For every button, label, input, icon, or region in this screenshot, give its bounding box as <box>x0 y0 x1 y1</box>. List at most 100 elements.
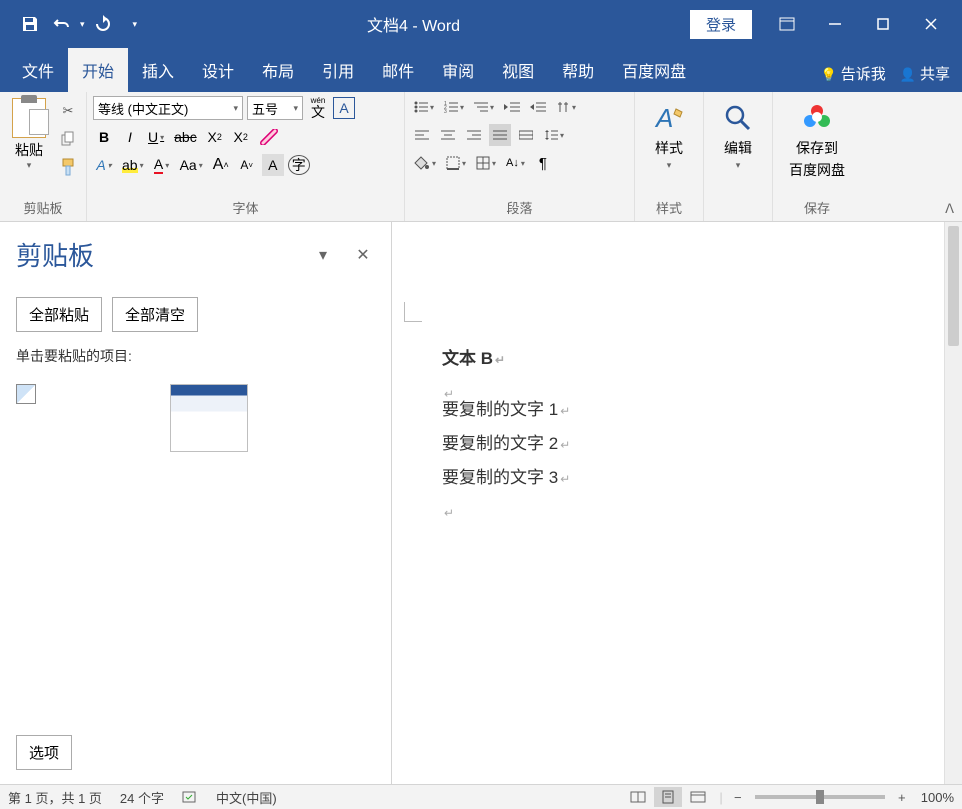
superscript-button[interactable]: X2 <box>230 126 252 148</box>
zoom-in-button[interactable]: + <box>893 790 911 805</box>
subscript-button[interactable]: X2 <box>204 126 226 148</box>
phonetic-guide-icon[interactable]: wén文 <box>307 97 329 119</box>
undo-dropdown-icon[interactable]: ▾ <box>80 19 85 30</box>
align-left-icon[interactable] <box>411 124 433 146</box>
doc-line-3[interactable]: 要复制的文字 3 <box>442 461 942 495</box>
ribbon: 粘贴 ▾ ✂ 剪贴板 等线 (中文正文)▾ 五号▾ wén文 A B I U <box>0 92 962 222</box>
tab-insert[interactable]: 插入 <box>128 48 188 92</box>
close-icon[interactable] <box>908 8 954 40</box>
justify-icon[interactable] <box>489 124 511 146</box>
italic-button[interactable]: I <box>119 126 141 148</box>
minimize-icon[interactable] <box>812 8 858 40</box>
zoom-slider[interactable] <box>755 795 885 799</box>
enclose-character-icon[interactable]: 字 <box>288 155 310 175</box>
save-to-baidu-button[interactable]: 保存到 百度网盘 <box>783 98 851 182</box>
clear-format-icon[interactable] <box>256 126 282 148</box>
paste-all-button[interactable]: 全部粘贴 <box>16 297 102 332</box>
tell-me-button[interactable]: 告诉我 <box>821 63 886 84</box>
tab-layout[interactable]: 布局 <box>248 48 308 92</box>
shading-icon[interactable] <box>411 152 439 174</box>
options-button[interactable]: 选项 <box>16 735 72 770</box>
numbering-icon[interactable]: 123 <box>441 96 467 118</box>
zoom-level[interactable]: 100% <box>921 790 954 805</box>
grow-font-button[interactable]: A˄ <box>210 154 232 176</box>
collapse-ribbon-icon[interactable]: ᐱ <box>945 201 954 217</box>
tab-design[interactable]: 设计 <box>188 48 248 92</box>
tab-home[interactable]: 开始 <box>68 48 128 92</box>
maximize-icon[interactable] <box>860 8 906 40</box>
zoom-slider-knob[interactable] <box>816 790 824 804</box>
decrease-indent-icon[interactable] <box>501 96 523 118</box>
font-size-combo[interactable]: 五号▾ <box>247 96 303 120</box>
asian-layout-icon[interactable] <box>553 96 579 118</box>
bullets-icon[interactable] <box>411 96 437 118</box>
tab-mailings[interactable]: 邮件 <box>368 48 428 92</box>
character-shading-icon[interactable]: A <box>262 154 284 176</box>
quick-access-toolbar: ▾ ▾ <box>16 10 137 38</box>
login-button[interactable]: 登录 <box>690 10 752 39</box>
font-color-button[interactable]: A <box>151 154 173 176</box>
increase-indent-icon[interactable] <box>527 96 549 118</box>
strikethrough-button[interactable]: abc <box>171 126 200 148</box>
doc-line-end[interactable] <box>442 495 942 512</box>
cut-icon[interactable]: ✂ <box>56 100 80 122</box>
print-layout-icon[interactable] <box>654 787 682 807</box>
read-mode-icon[interactable] <box>624 787 652 807</box>
styles-button[interactable]: A 样式▾ <box>645 98 693 173</box>
web-layout-icon[interactable] <box>684 787 712 807</box>
align-right-icon[interactable] <box>463 124 485 146</box>
tab-baidu[interactable]: 百度网盘 <box>608 48 700 92</box>
bold-button[interactable]: B <box>93 126 115 148</box>
change-case-button[interactable]: Aa <box>177 154 206 176</box>
text-effects-button[interactable]: A <box>93 154 115 176</box>
scroll-thumb[interactable] <box>948 226 959 346</box>
paste-button[interactable]: 粘贴 <box>15 140 43 160</box>
redo-icon[interactable] <box>89 10 117 38</box>
pane-options-dropdown-icon[interactable]: ▾ <box>311 243 335 267</box>
tab-view[interactable]: 视图 <box>488 48 548 92</box>
highlight-button[interactable]: ab <box>119 154 147 176</box>
undo-icon[interactable] <box>48 10 76 38</box>
copy-icon[interactable] <box>56 128 80 150</box>
editing-button[interactable]: 编辑▾ <box>714 98 762 173</box>
word-count[interactable]: 24 个字 <box>120 788 164 807</box>
vertical-scrollbar[interactable] <box>944 222 962 784</box>
character-border-icon[interactable]: A <box>333 97 355 119</box>
sort-icon[interactable]: A↓ <box>503 152 528 174</box>
group-label-font: 字体 <box>93 196 398 219</box>
doc-line-empty[interactable] <box>442 376 942 393</box>
ribbon-display-icon[interactable] <box>764 8 810 40</box>
font-name-combo[interactable]: 等线 (中文正文)▾ <box>93 96 243 120</box>
zoom-out-button[interactable]: − <box>729 790 747 805</box>
pane-title: 剪贴板 <box>16 236 94 273</box>
multilevel-list-icon[interactable] <box>471 96 497 118</box>
doc-line-heading[interactable]: 文本 B <box>442 342 942 376</box>
pane-close-icon[interactable]: ✕ <box>351 243 375 267</box>
language-indicator[interactable]: 中文(中国) <box>216 788 277 807</box>
page-indicator[interactable]: 第 1 页，共 1 页 <box>8 788 102 807</box>
shrink-font-button[interactable]: A˅ <box>236 154 258 176</box>
document-area[interactable]: 文本 B 要复制的文字 1 要复制的文字 2 要复制的文字 3 <box>392 222 962 784</box>
doc-line-2[interactable]: 要复制的文字 2 <box>442 427 942 461</box>
clipboard-item[interactable] <box>16 384 375 452</box>
show-marks-icon[interactable]: ¶ <box>532 152 554 174</box>
tab-file[interactable]: 文件 <box>8 48 68 92</box>
borders-icon[interactable] <box>443 152 469 174</box>
tab-review[interactable]: 审阅 <box>428 48 488 92</box>
tab-help[interactable]: 帮助 <box>548 48 608 92</box>
clear-all-button[interactable]: 全部清空 <box>112 297 198 332</box>
proofing-icon[interactable] <box>182 790 198 804</box>
underline-button[interactable]: U <box>145 126 167 148</box>
line-spacing-icon[interactable] <box>541 124 567 146</box>
align-center-icon[interactable] <box>437 124 459 146</box>
group-label-save: 保存 <box>783 196 851 219</box>
save-icon[interactable] <box>16 10 44 38</box>
distributed-icon[interactable] <box>515 124 537 146</box>
group-styles: A 样式▾ 样式 <box>635 92 704 221</box>
paste-icon[interactable] <box>12 98 46 138</box>
tab-references[interactable]: 引用 <box>308 48 368 92</box>
share-button[interactable]: 共享 <box>900 63 950 84</box>
snap-grid-icon[interactable] <box>473 152 499 174</box>
doc-line-1[interactable]: 要复制的文字 1 <box>442 393 942 427</box>
format-painter-icon[interactable] <box>56 156 80 178</box>
